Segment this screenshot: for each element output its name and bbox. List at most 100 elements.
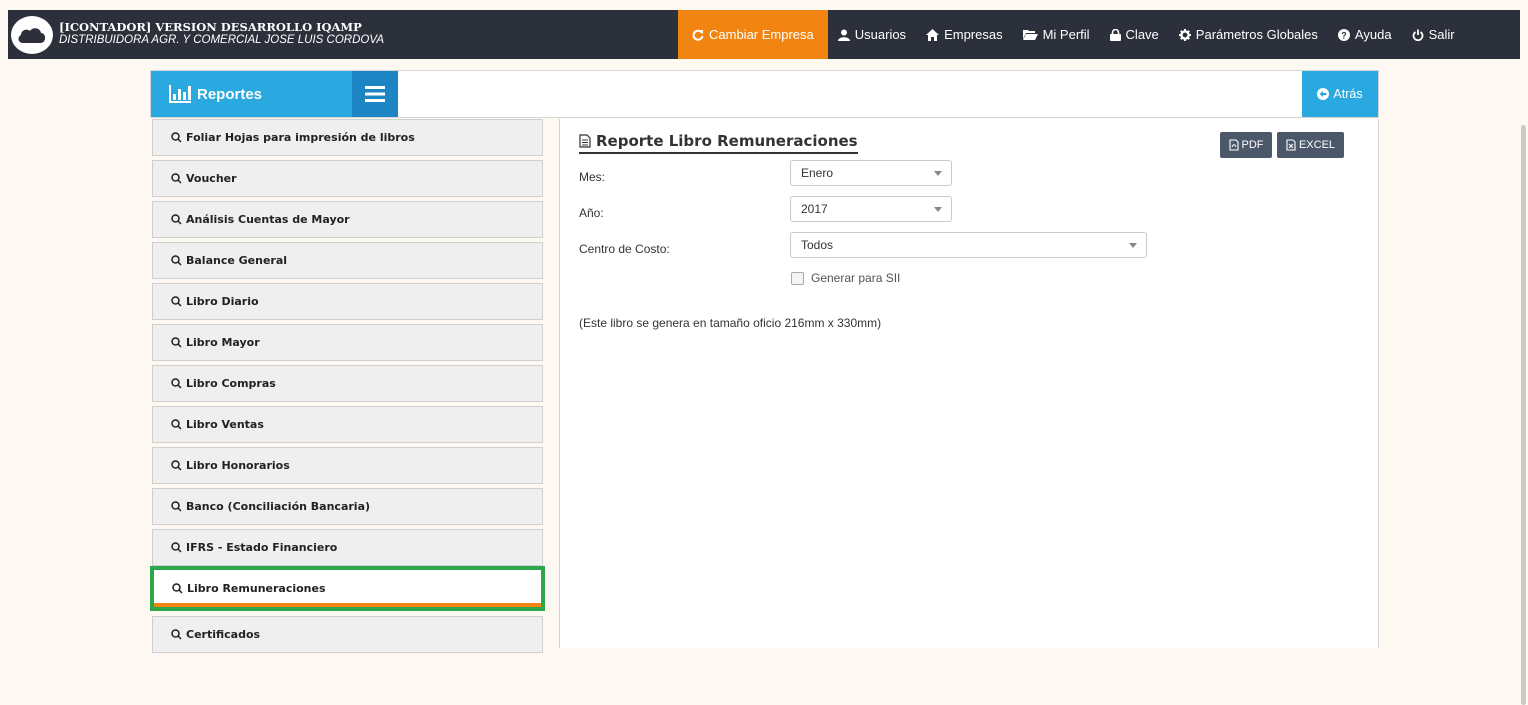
folder-open-icon — [1022, 30, 1038, 40]
sidebar-item-label: Banco (Conciliación Bancaria) — [186, 500, 371, 513]
arrow-left-circle-icon — [1317, 88, 1330, 100]
sidebar-item-analisis-cuentas[interactable]: Análisis Cuentas de Mayor — [152, 201, 543, 238]
sidebar-item-libro-ventas[interactable]: Libro Ventas — [152, 406, 543, 443]
panel-header: Reportes Atrás — [150, 70, 1379, 118]
nav-password-label: Clave — [1125, 27, 1159, 42]
sidebar-item-label: Libro Ventas — [186, 418, 264, 431]
search-icon — [171, 460, 182, 471]
paper-size-note: (Este libro se genera en tamaño oficio 2… — [579, 316, 882, 330]
year-select-value: 2017 — [801, 202, 828, 216]
search-icon — [171, 337, 182, 348]
sidebar-item-label: Libro Compras — [186, 377, 276, 390]
sidebar-item-label: Certificados — [186, 628, 261, 641]
export-pdf-label: PDF — [1241, 139, 1264, 151]
sidebar-item-label: Libro Diario — [186, 295, 259, 308]
search-icon — [171, 419, 182, 430]
question-circle-icon: ? — [1337, 28, 1350, 41]
chevron-down-icon — [1129, 243, 1137, 248]
excel-file-icon — [1286, 139, 1296, 151]
search-icon — [171, 255, 182, 266]
nav-profile[interactable]: Mi Perfil — [1013, 10, 1100, 59]
sidebar-item-libro-mayor[interactable]: Libro Mayor — [152, 324, 543, 361]
export-excel-label: EXCEL — [1298, 139, 1336, 151]
bar-chart-icon — [169, 85, 191, 103]
sii-option: Generar para SII — [791, 271, 900, 285]
refresh-icon — [692, 29, 704, 41]
cost-center-select-value: Todos — [801, 238, 834, 252]
sii-checkbox[interactable] — [791, 271, 804, 285]
sidebar-item-libro-honorarios[interactable]: Libro Honorarios — [152, 447, 543, 484]
sidebar-item-voucher[interactable]: Voucher — [152, 160, 543, 197]
search-icon — [171, 132, 182, 143]
search-icon — [171, 214, 182, 225]
report-content: Reporte Libro Remuneraciones PDF EXCEL M… — [559, 119, 1379, 648]
nav-global-params[interactable]: Parámetros Globales — [1169, 10, 1328, 59]
month-select-value: Enero — [801, 166, 834, 180]
sidebar-item-libro-remuneraciones[interactable]: Libro Remuneraciones — [150, 566, 545, 611]
back-button[interactable]: Atrás — [1302, 71, 1378, 117]
year-select[interactable]: 2017 — [790, 196, 952, 222]
reports-title: Reportes — [197, 85, 263, 103]
sidebar-item-label: Foliar Hojas para impresión de libros — [186, 131, 415, 144]
user-icon — [837, 29, 850, 41]
menu-toggle-button[interactable] — [352, 71, 398, 117]
cost-center-label: Centro de Costo: — [579, 242, 670, 256]
export-excel-button[interactable]: EXCEL — [1277, 132, 1344, 158]
sidebar-item-foliar[interactable]: Foliar Hojas para impresión de libros — [152, 119, 543, 156]
company-name: DISTRIBUIDORA AGR. Y COMERCIAL JOSE LUIS… — [59, 33, 385, 46]
lock-icon — [1109, 28, 1121, 41]
home-icon — [926, 28, 940, 41]
nav-users[interactable]: Usuarios — [828, 10, 916, 59]
search-icon — [171, 629, 182, 640]
nav-help[interactable]: ? Ayuda — [1328, 10, 1402, 59]
month-select[interactable]: Enero — [790, 160, 952, 186]
report-title-text: Reporte Libro Remuneraciones — [596, 132, 858, 150]
app-title: [ICONTADOR] VERSION DESARROLLO IQAMP — [59, 19, 362, 34]
power-icon — [1412, 29, 1423, 41]
reports-tab: Reportes — [151, 71, 398, 117]
svg-text:?: ? — [1341, 30, 1347, 40]
nav-change-company[interactable]: Cambiar Empresa — [678, 10, 828, 59]
sidebar-item-certificados[interactable]: Certificados — [152, 616, 543, 653]
chevron-down-icon — [934, 171, 942, 176]
sidebar-item-banco[interactable]: Banco (Conciliación Bancaria) — [152, 488, 543, 525]
sidebar-item-balance-general[interactable]: Balance General — [152, 242, 543, 279]
back-button-label: Atrás — [1333, 87, 1363, 101]
search-icon — [171, 296, 182, 307]
report-title: Reporte Libro Remuneraciones — [579, 132, 858, 154]
nav-password[interactable]: Clave — [1100, 10, 1169, 59]
sidebar-item-label: Balance General — [186, 254, 288, 267]
chevron-down-icon — [934, 207, 942, 212]
month-label: Mes: — [579, 170, 606, 184]
sidebar-item-ifrs[interactable]: IFRS - Estado Financiero — [152, 529, 543, 566]
cost-center-select[interactable]: Todos — [790, 232, 1147, 258]
scrollbar-thumb[interactable] — [1521, 125, 1526, 705]
year-label: Año: — [579, 206, 604, 220]
top-nav-menu: Cambiar Empresa Usuarios Empresas Mi Per… — [678, 10, 1465, 59]
nav-global-params-label: Parámetros Globales — [1195, 27, 1318, 42]
sidebar-item-libro-compras[interactable]: Libro Compras — [152, 365, 543, 402]
brand[interactable]: [ICONTADOR] VERSION DESARROLLO IQAMP DIS… — [8, 10, 384, 59]
search-icon — [171, 501, 182, 512]
nav-companies[interactable]: Empresas — [916, 10, 1013, 59]
nav-help-label: Ayuda — [1354, 27, 1392, 42]
pdf-file-icon — [1228, 139, 1239, 151]
nav-companies-label: Empresas — [944, 27, 1003, 42]
nav-change-company-label: Cambiar Empresa — [709, 27, 814, 42]
sidebar-item-label: Análisis Cuentas de Mayor — [186, 213, 350, 226]
sidebar-item-label: IFRS - Estado Financiero — [186, 541, 338, 554]
sidebar-item-label: Libro Honorarios — [186, 459, 290, 472]
search-icon — [172, 583, 183, 594]
nav-logout[interactable]: Salir — [1402, 10, 1465, 59]
gear-icon — [1178, 28, 1191, 41]
page-scrollbar[interactable] — [1520, 59, 1528, 705]
search-icon — [171, 542, 182, 553]
sidebar-item-label: Voucher — [186, 172, 237, 185]
nav-users-label: Usuarios — [854, 27, 907, 42]
sidebar-item-label: Libro Remuneraciones — [187, 582, 326, 595]
export-pdf-button[interactable]: PDF — [1220, 132, 1272, 158]
search-icon — [171, 378, 182, 389]
sidebar-item-libro-diario[interactable]: Libro Diario — [152, 283, 543, 320]
hamburger-menu-icon — [365, 86, 385, 102]
sii-checkbox-label: Generar para SII — [811, 271, 901, 285]
